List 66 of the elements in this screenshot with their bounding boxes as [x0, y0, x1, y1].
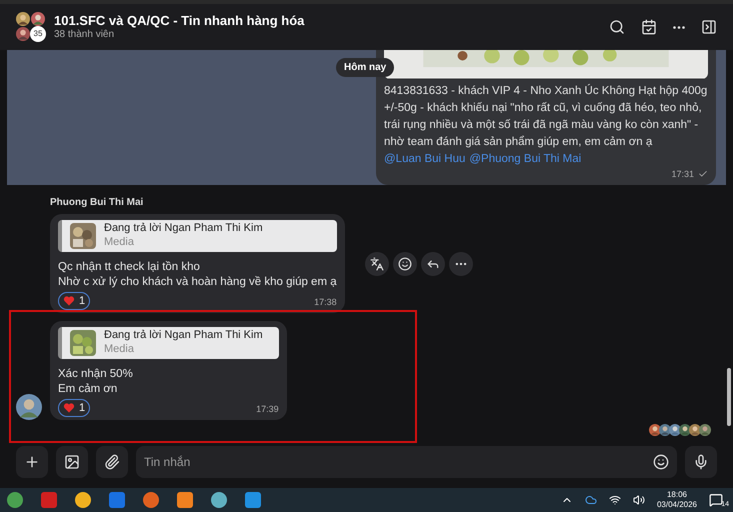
translate-button[interactable] [364, 252, 389, 276]
cloud-icon[interactable] [584, 494, 597, 506]
plus-icon [24, 454, 40, 470]
clock-date[interactable]: 03/04/2026 [656, 500, 697, 510]
more-button[interactable] [448, 252, 473, 276]
more-button[interactable] [673, 26, 685, 28]
image-icon [64, 454, 80, 470]
calendar-button[interactable] [641, 19, 657, 35]
heart-icon [63, 402, 75, 414]
taskbar-app-icon[interactable] [140, 490, 162, 510]
message-text: Xác nhận 50% [58, 366, 134, 382]
more-icon [673, 26, 685, 28]
mic-icon [693, 454, 709, 470]
reply-title: Đang trả lời Ngan Pham Thi Kim [104, 222, 263, 236]
mention-link[interactable]: @Luan Bui Huu [384, 152, 466, 164]
reply-button[interactable] [420, 252, 445, 276]
message-time: 17:39 [256, 403, 279, 416]
avatar-icon [16, 394, 42, 420]
taskbar-app-icon[interactable] [72, 490, 94, 510]
message-text: 8413831633 - khách VIP 4 - Nho Xanh Úc Không Hạt hộp 400g +/-50g - khách khiếu nại "nho rất cũ, vì cuống đã héo, teo nhỏ, trái rụng nhiều và một số trái đã ngã màu vàng ko còn xanh" - nhờ team đánh giá sản phẩm giúp em, em cảm ơn ạ @Luan Bui Huu @Phuong Bui Thi Mai [384, 83, 708, 166]
mic-button[interactable] [685, 446, 717, 478]
avatar-icon [699, 424, 711, 436]
taskbar-app-icon[interactable] [4, 490, 26, 510]
calendar-check-icon [641, 19, 657, 35]
scrollbar-thumb [727, 368, 731, 426]
message-time: 17:31 [671, 168, 694, 180]
avatar-icon [16, 12, 30, 26]
add-button[interactable] [16, 446, 48, 478]
date-pill: Hôm nay [336, 58, 394, 77]
reply-title: Đang trả lời Ngan Pham Thi Kim [104, 329, 263, 343]
reaction-chip[interactable]: 1 [58, 292, 90, 310]
taskbar-app-icon[interactable] [242, 490, 264, 510]
taskbar-app-icon[interactable] [106, 490, 128, 510]
mention-link[interactable]: @Phuong Bui Thi Mai [469, 152, 582, 164]
reaction-chip[interactable]: 1 [58, 398, 90, 417]
chat-title: 101.SFC và QA/QC - Tin nhanh hàng hóa [54, 12, 304, 29]
panel-button[interactable] [701, 19, 717, 35]
panel-icon [701, 19, 717, 35]
message-time: 17:38 [314, 296, 337, 309]
message-text: Nhờ c xử lý cho khách và hoàn hàng về kho giúp em ạ [58, 274, 337, 290]
search-icon [609, 19, 625, 35]
speaker-icon[interactable] [632, 494, 645, 506]
reply-type: Media [104, 236, 135, 250]
avatar-icon [16, 27, 30, 41]
taskbar-app-icon[interactable] [208, 490, 230, 510]
emoji-icon[interactable] [653, 454, 669, 470]
image-button[interactable] [56, 446, 88, 478]
message-text: Em cảm ơn [58, 382, 118, 396]
heart-icon [63, 294, 75, 307]
avatar-icon [31, 12, 45, 26]
member-count-badge: 35 [30, 26, 46, 42]
clock-time[interactable]: 18:06 [666, 490, 687, 500]
message-input[interactable]: Tin nhắn [136, 446, 677, 478]
paperclip-icon [104, 454, 120, 470]
notification-icon[interactable] [709, 493, 723, 507]
taskbar-app-icon[interactable] [174, 490, 196, 510]
sent-check-icon [698, 169, 708, 180]
sender-name: Phuong Bui Thi Mai [50, 196, 144, 210]
emoji-button[interactable] [392, 252, 417, 276]
translate-icon [370, 256, 384, 270]
reply-type: Media [104, 342, 135, 356]
message-text: Qc nhận tt check lại tồn kho [58, 260, 201, 274]
emoji-icon [398, 256, 412, 270]
search-button[interactable] [609, 19, 625, 35]
member-count: 38 thành viên [54, 28, 116, 42]
attach-button[interactable] [96, 446, 128, 478]
